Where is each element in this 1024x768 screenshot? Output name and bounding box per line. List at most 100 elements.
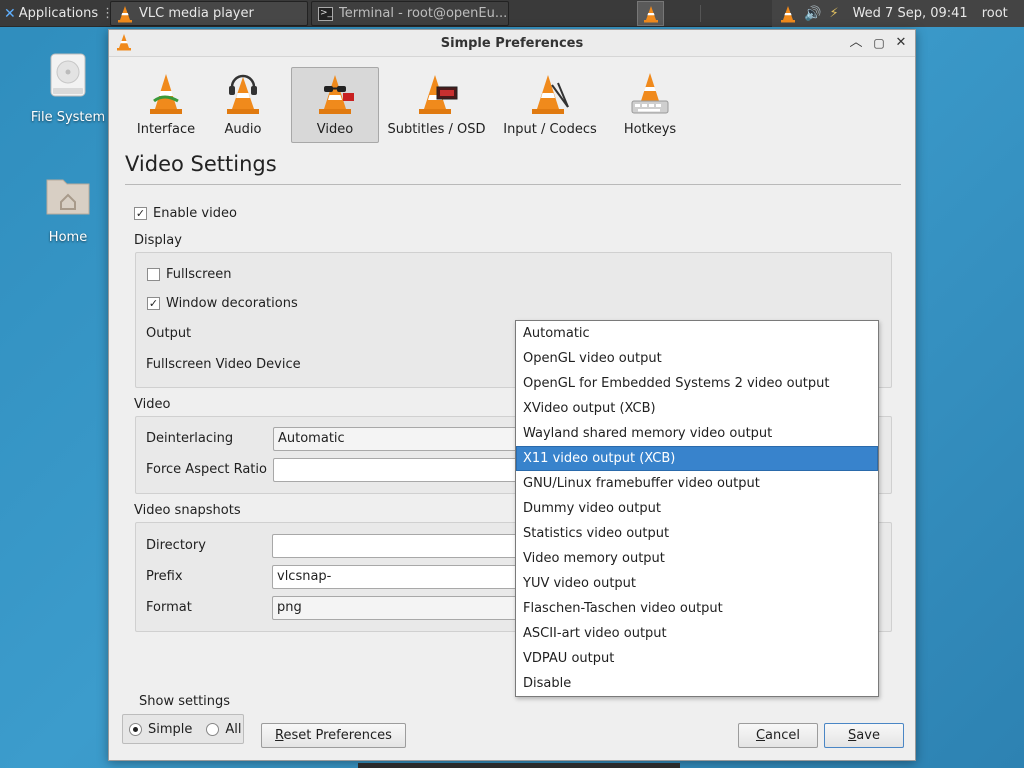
maximize-icon[interactable]: ▢: [870, 34, 888, 52]
button-label: ave: [856, 728, 880, 743]
deinterlacing-label: Deinterlacing: [146, 431, 234, 446]
tab-label: Video: [316, 122, 354, 137]
checkbox-label: Window decorations: [166, 296, 298, 311]
close-icon[interactable]: ✕: [892, 34, 910, 52]
output-label: Output: [146, 326, 192, 341]
group-label-video: Video: [134, 397, 171, 412]
radio-simple[interactable]: Simple: [129, 722, 192, 737]
fullscreen-checkbox[interactable]: Fullscreen: [147, 267, 231, 282]
tab-video[interactable]: Video: [291, 67, 379, 143]
taskbar-window-label: Terminal - root@openEu...: [339, 6, 508, 21]
tab-hotkeys[interactable]: Hotkeys: [606, 67, 694, 143]
desktop-icon-filesystem[interactable]: File System: [28, 52, 108, 125]
checkmark-icon: ✓: [147, 297, 160, 310]
minimize-icon[interactable]: ︿: [847, 34, 865, 52]
subtitles-cone-icon: [418, 75, 457, 114]
input-codecs-cone-icon: [532, 75, 569, 114]
dropdown-option[interactable]: Disable: [516, 671, 878, 696]
button-label: ancel: [765, 728, 801, 743]
mnemonic: C: [755, 728, 766, 743]
home-folder-icon: [46, 179, 90, 215]
prefix-label: Prefix: [146, 569, 183, 584]
checkbox-label: Fullscreen: [166, 267, 232, 282]
radio-dot: [206, 722, 220, 736]
volume-icon[interactable]: 🔊: [804, 6, 821, 22]
taskbar-window-label: VLC media player: [139, 6, 254, 21]
dropdown-option[interactable]: Flaschen-Taschen video output: [516, 596, 878, 621]
tab-label: Subtitles / OSD: [387, 122, 486, 137]
dropdown-option[interactable]: ASCII-art video output: [516, 621, 878, 646]
interface-cone-icon: [150, 74, 182, 114]
dropdown-option[interactable]: VDPAU output: [516, 646, 878, 671]
taskbar: ✕ Applications ⋮ VLC media player >_ Ter…: [0, 0, 1024, 27]
category-tabs: Interface Audio Video Subtitles / OSD In…: [130, 67, 694, 143]
audio-headphones-cone-icon: [227, 74, 259, 114]
divider: [125, 184, 901, 185]
tab-subtitles-osd[interactable]: Subtitles / OSD: [379, 67, 494, 143]
bottom-panel-edge: [358, 763, 680, 768]
dropdown-option[interactable]: Automatic: [516, 321, 878, 346]
hard-drive-icon: [50, 53, 86, 97]
radio-dot: [129, 722, 142, 736]
tab-input-codecs[interactable]: Input / Codecs: [494, 67, 606, 143]
aspect-ratio-label: Force Aspect Ratio: [146, 462, 267, 477]
video-glasses-cone-icon: [319, 75, 354, 114]
user-menu[interactable]: root: [982, 6, 1008, 21]
tab-label: Hotkeys: [623, 122, 677, 137]
fullscreen-device-label: Fullscreen Video Device: [146, 357, 301, 372]
workspace-switcher[interactable]: [637, 1, 664, 26]
dropdown-option[interactable]: OpenGL video output: [516, 346, 878, 371]
xfce-logo-icon: ✕: [4, 5, 16, 22]
checkmark-icon: ✓: [134, 207, 147, 220]
checkbox-empty: [147, 268, 160, 281]
tab-label: Interface: [136, 122, 196, 137]
tab-label: Audio: [224, 122, 262, 137]
titlebar[interactable]: Simple Preferences ︿ ▢ ✕: [109, 30, 915, 57]
format-label: Format: [146, 600, 192, 615]
dropdown-option[interactable]: Wayland shared memory video output: [516, 421, 878, 446]
separator: [700, 5, 701, 22]
radio-label: All: [225, 721, 242, 737]
applications-label: Applications: [18, 6, 99, 21]
output-dropdown-list[interactable]: Automatic OpenGL video output OpenGL for…: [515, 320, 879, 697]
tab-label: Input / Codecs: [503, 122, 597, 137]
terminal-icon: >_: [318, 6, 333, 21]
vlc-tray-icon[interactable]: [780, 5, 796, 23]
dropdown-option[interactable]: XVideo output (XCB): [516, 396, 878, 421]
tab-interface[interactable]: Interface: [130, 67, 202, 143]
desktop-icon-label: Home: [48, 230, 88, 245]
dropdown-option[interactable]: YUV video output: [516, 571, 878, 596]
hotkeys-cone-icon: [631, 73, 669, 114]
dropdown-option[interactable]: OpenGL for Embedded Systems 2 video outp…: [516, 371, 878, 396]
dropdown-option[interactable]: Dummy video output: [516, 496, 878, 521]
reset-preferences-button[interactable]: Reset Preferences: [261, 723, 406, 748]
system-tray: 🔊 ⚡ Wed 7 Sep, 09:41 root: [772, 0, 1024, 27]
network-icon[interactable]: ⚡: [829, 6, 838, 21]
dropdown-option[interactable]: Statistics video output: [516, 521, 878, 546]
vlc-cone-icon: [643, 5, 658, 22]
directory-label: Directory: [146, 538, 206, 553]
desktop-icon-home[interactable]: Home: [28, 172, 108, 245]
button-label: eset Preferences: [283, 728, 392, 743]
taskbar-window-vlc[interactable]: VLC media player: [110, 1, 308, 26]
save-button[interactable]: Save: [824, 723, 904, 748]
applications-menu[interactable]: ✕ Applications ⋮: [0, 0, 114, 27]
vlc-cone-icon: [118, 5, 132, 22]
dropdown-option-selected[interactable]: X11 video output (XCB): [516, 446, 878, 471]
radio-label: Simple: [148, 721, 193, 737]
group-label-display: Display: [134, 233, 182, 248]
checkbox-label: Enable video: [153, 206, 237, 221]
window-decorations-checkbox[interactable]: ✓ Window decorations: [147, 296, 298, 311]
clock[interactable]: Wed 7 Sep, 09:41: [853, 6, 968, 21]
dropdown-option[interactable]: GNU/Linux framebuffer video output: [516, 471, 878, 496]
enable-video-checkbox[interactable]: ✓ Enable video: [134, 206, 237, 221]
show-settings-label: Show settings: [139, 694, 231, 709]
tab-audio[interactable]: Audio: [202, 67, 284, 143]
dropdown-option[interactable]: Video memory output: [516, 546, 878, 571]
taskbar-window-terminal[interactable]: >_ Terminal - root@openEu...: [311, 1, 509, 26]
radio-all[interactable]: All: [206, 721, 242, 737]
desktop-icon-label: File System: [30, 110, 106, 125]
cancel-button[interactable]: Cancel: [738, 723, 818, 748]
window-title: Simple Preferences: [440, 36, 584, 51]
group-label-snapshots: Video snapshots: [134, 503, 241, 518]
